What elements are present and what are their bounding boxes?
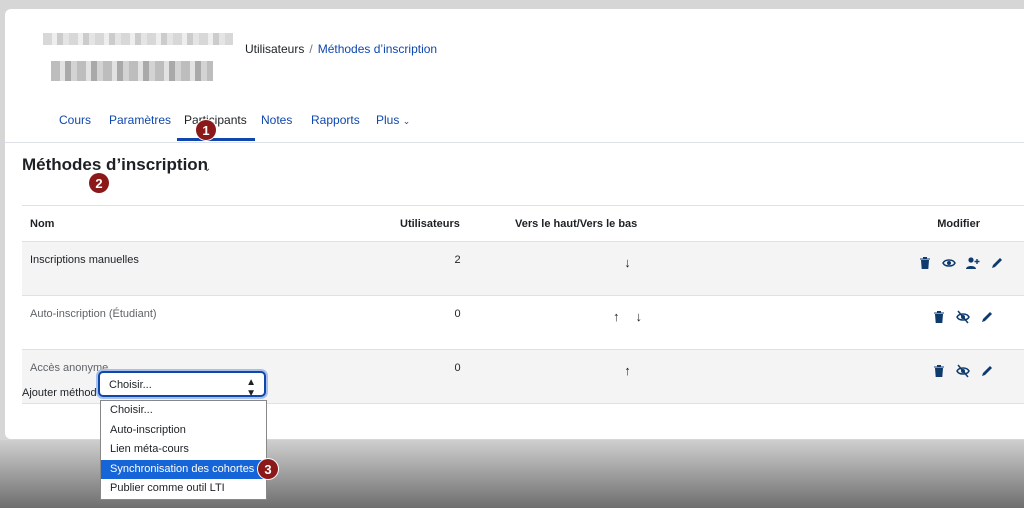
dropdown-option[interactable]: Auto-inscription <box>101 421 266 441</box>
pencil-icon[interactable] <box>980 310 994 324</box>
add-method-label: Ajouter méthode <box>22 387 103 399</box>
table-row: Auto-inscription (Étudiant) 0 ↑ ↓ <box>22 295 1024 350</box>
add-method-dropdown: Choisir... Auto-inscription Lien méta-co… <box>100 400 267 500</box>
method-name: Auto-inscription (Étudiant) <box>30 308 157 320</box>
down-arrow-icon[interactable]: ↓ <box>624 255 631 270</box>
tab-rapports[interactable]: Rapports <box>311 113 360 127</box>
select-caret-icon: ▲ ▼ <box>246 377 256 399</box>
add-method-select[interactable]: Choisir... ▲ ▼ <box>98 371 266 399</box>
col-header-name: Nom <box>22 205 400 242</box>
step-badge-1: 1 <box>196 120 216 140</box>
tab-participants[interactable]: Participants <box>184 113 247 127</box>
tab-plus[interactable]: Plus ⌄ <box>376 113 410 127</box>
col-header-updown: Vers le haut/Vers le bas <box>515 205 740 242</box>
table-row: Inscriptions manuelles 2 ↓ <box>22 241 1024 296</box>
breadcrumb-enrolment-methods[interactable]: Méthodes d’inscription <box>318 42 437 56</box>
pencil-icon[interactable] <box>980 364 994 378</box>
up-arrow-icon[interactable]: ↑ <box>624 363 631 378</box>
pencil-icon[interactable] <box>990 256 1004 270</box>
up-arrow-icon[interactable]: ↑ <box>613 309 620 324</box>
breadcrumb: Utilisateurs / Méthodes d’inscription <box>245 42 437 56</box>
breadcrumb-separator: / <box>309 42 313 56</box>
down-arrow-icon[interactable]: ↓ <box>636 309 643 324</box>
breadcrumb-users[interactable]: Utilisateurs <box>245 42 304 56</box>
trash-icon[interactable] <box>932 310 946 324</box>
trash-icon[interactable] <box>932 364 946 378</box>
method-users: 0 <box>454 308 461 320</box>
tab-cours[interactable]: Cours <box>59 113 91 127</box>
dropdown-option-highlighted[interactable]: Synchronisation des cohortes <box>101 459 266 479</box>
eye-slash-icon[interactable] <box>956 364 970 378</box>
col-header-edit: Modifier <box>740 205 1024 242</box>
dropdown-option[interactable]: Lien méta-cours <box>101 440 266 460</box>
eye-slash-icon[interactable] <box>956 310 970 324</box>
dropdown-option[interactable]: Publier comme outil LTI <box>101 479 266 499</box>
step-badge-3: 3 <box>258 459 278 479</box>
title-chevron-down-icon[interactable]: ⌄ <box>203 163 211 174</box>
page-title: Méthodes d’inscription <box>22 155 209 174</box>
tab-notes[interactable]: Notes <box>261 113 292 127</box>
dropdown-option[interactable]: Choisir... <box>101 401 266 421</box>
tab-plus-label: Plus <box>376 113 400 127</box>
blurred-course-title <box>51 61 213 81</box>
add-method-select-value: Choisir... <box>109 379 152 391</box>
course-nav: Cours Paramètres Participants Notes Rapp… <box>5 106 1024 143</box>
blurred-course-category <box>43 33 233 45</box>
add-user-icon[interactable] <box>966 256 980 270</box>
col-header-users: Utilisateurs <box>400 205 515 242</box>
method-users: 0 <box>454 362 461 374</box>
method-users: 2 <box>454 254 461 266</box>
trash-icon[interactable] <box>918 256 932 270</box>
method-name: Inscriptions manuelles <box>30 254 139 266</box>
eye-icon[interactable] <box>942 256 956 270</box>
chevron-down-icon: ⌄ <box>402 116 411 126</box>
step-badge-2: 2 <box>89 173 109 193</box>
active-tab-indicator <box>177 138 255 141</box>
tab-parametres[interactable]: Paramètres <box>109 113 171 127</box>
